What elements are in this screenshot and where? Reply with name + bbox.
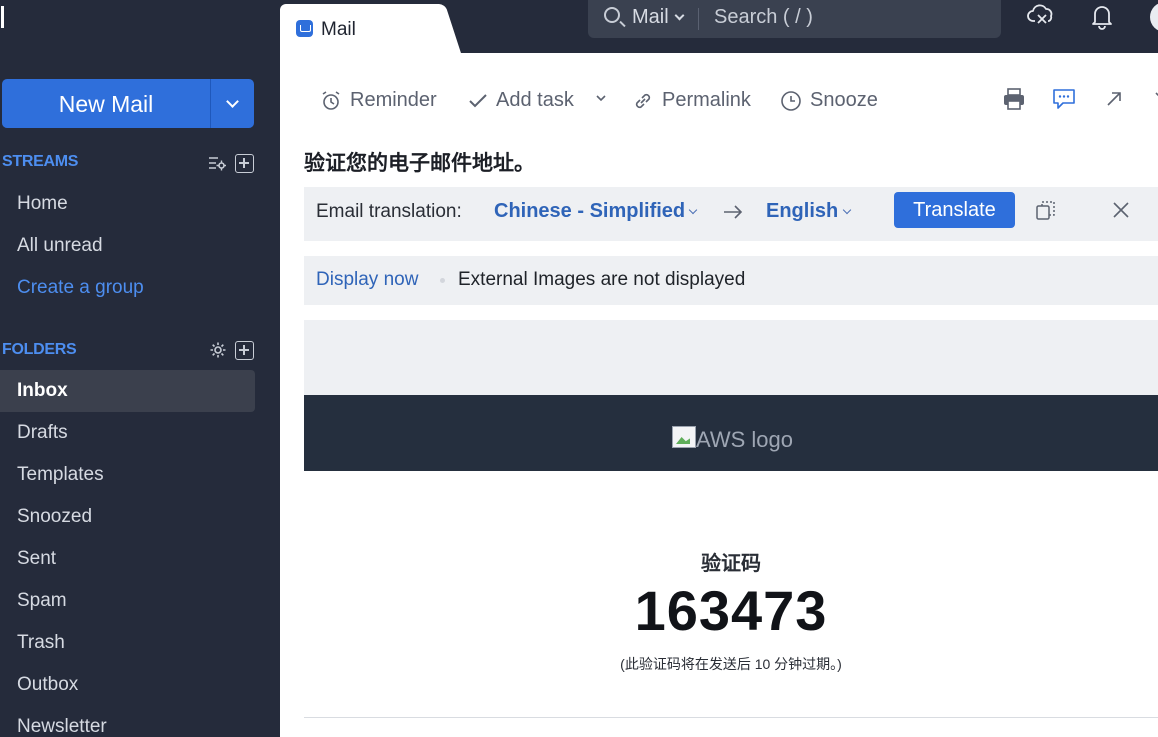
- close-icon[interactable]: [1148, 86, 1158, 112]
- tab-mail[interactable]: Mail: [280, 4, 440, 53]
- logo-alt-text: AWS logo: [696, 427, 794, 452]
- email-subject: 验证您的电子邮件地址。: [304, 152, 535, 175]
- add-task-button[interactable]: Add task: [468, 86, 574, 114]
- snooze-label: Snooze: [810, 89, 878, 111]
- chevron-down-icon[interactable]: [596, 95, 606, 103]
- stream-settings-icon[interactable]: [208, 154, 226, 172]
- broken-image-icon: [672, 426, 696, 448]
- new-mail-button[interactable]: New Mail: [2, 79, 254, 128]
- folder-item-spam[interactable]: Spam: [0, 580, 255, 622]
- permalink-label: Permalink: [662, 89, 751, 111]
- chevron-down-icon[interactable]: [226, 95, 239, 108]
- verification-code-label: 验证码: [701, 553, 761, 575]
- divider: [304, 717, 1158, 718]
- translation-bar: Email translation: Chinese - Simplified …: [304, 187, 1158, 241]
- cloud-sync-icon[interactable]: [1027, 2, 1057, 28]
- folder-item-snoozed[interactable]: Snoozed: [0, 496, 255, 538]
- search-bar[interactable]: Mail Search ( / ): [588, 0, 1001, 38]
- stream-item-all-unread[interactable]: All unread: [0, 225, 255, 267]
- stream-item-home[interactable]: Home: [0, 183, 255, 225]
- new-mail-label: New Mail: [58, 91, 154, 117]
- checkmark-icon: [469, 94, 487, 108]
- verification-code: 163473: [634, 579, 828, 642]
- external-images-bar: Display now External Images are not disp…: [304, 256, 1158, 305]
- translation-label: Email translation:: [316, 201, 462, 222]
- link-icon: [635, 93, 651, 108]
- arrow-right-icon: [724, 205, 743, 219]
- folder-item-newsletter[interactable]: Newsletter: [0, 706, 255, 737]
- add-folder-icon[interactable]: [235, 341, 254, 360]
- chevron-down-icon[interactable]: [688, 205, 698, 215]
- separator-dot: [440, 278, 445, 283]
- chevron-down-icon[interactable]: [674, 10, 685, 21]
- add-stream-icon[interactable]: [235, 154, 254, 173]
- display-images-link[interactable]: Display now: [316, 269, 418, 291]
- mail-icon: [296, 20, 313, 37]
- email-header-spacer: [304, 320, 1158, 395]
- copy-icon[interactable]: [1034, 198, 1058, 222]
- verification-code-note: (此验证码将在发送后 10 分钟过期。): [620, 656, 842, 672]
- folder-item-drafts[interactable]: Drafts: [0, 412, 255, 454]
- bell-icon[interactable]: [1088, 2, 1116, 30]
- app-menu-handle[interactable]: [1, 6, 4, 28]
- sidebar: New Mail STREAMS Home All unread Create …: [0, 53, 280, 737]
- folders-heading[interactable]: FOLDERS: [2, 341, 77, 359]
- divider: [698, 8, 699, 30]
- translate-button[interactable]: Translate: [894, 192, 1015, 228]
- top-bar: Mail Mail Search ( / ): [0, 0, 1158, 53]
- target-language-select[interactable]: English: [766, 200, 838, 223]
- clock-icon: [781, 90, 801, 111]
- close-icon[interactable]: [1110, 199, 1132, 221]
- folder-item-trash[interactable]: Trash: [0, 622, 255, 664]
- streams-heading[interactable]: STREAMS: [2, 153, 78, 171]
- source-language-select[interactable]: Chinese - Simplified: [494, 200, 685, 223]
- search-input[interactable]: Search ( / ): [714, 6, 813, 29]
- divider: [210, 79, 211, 128]
- pop-out-icon[interactable]: [1101, 86, 1127, 112]
- reminder-button[interactable]: Reminder: [320, 86, 437, 114]
- logo-image: AWS logo: [672, 426, 796, 452]
- avatar[interactable]: [1150, 2, 1158, 32]
- comment-icon[interactable]: [1051, 86, 1077, 112]
- reminder-label: Reminder: [350, 89, 437, 111]
- external-images-message: External Images are not displayed: [458, 269, 746, 290]
- permalink-button[interactable]: Permalink: [632, 86, 751, 114]
- search-scope[interactable]: Mail: [632, 6, 669, 29]
- add-task-label: Add task: [496, 89, 574, 111]
- folder-item-outbox[interactable]: Outbox: [0, 664, 255, 706]
- create-group-link[interactable]: Create a group: [0, 267, 255, 309]
- folder-item-inbox[interactable]: Inbox: [0, 370, 255, 412]
- email-banner: AWS logo: [304, 395, 1158, 471]
- alarm-clock-icon: [322, 91, 340, 110]
- folder-item-templates[interactable]: Templates: [0, 454, 255, 496]
- print-icon[interactable]: [1001, 86, 1027, 112]
- folder-item-sent[interactable]: Sent: [0, 538, 255, 580]
- gear-icon[interactable]: [209, 341, 227, 359]
- snooze-button[interactable]: Snooze: [780, 86, 878, 114]
- chevron-down-icon[interactable]: [842, 205, 852, 215]
- tab-label: Mail: [321, 19, 356, 40]
- search-icon: [604, 7, 620, 23]
